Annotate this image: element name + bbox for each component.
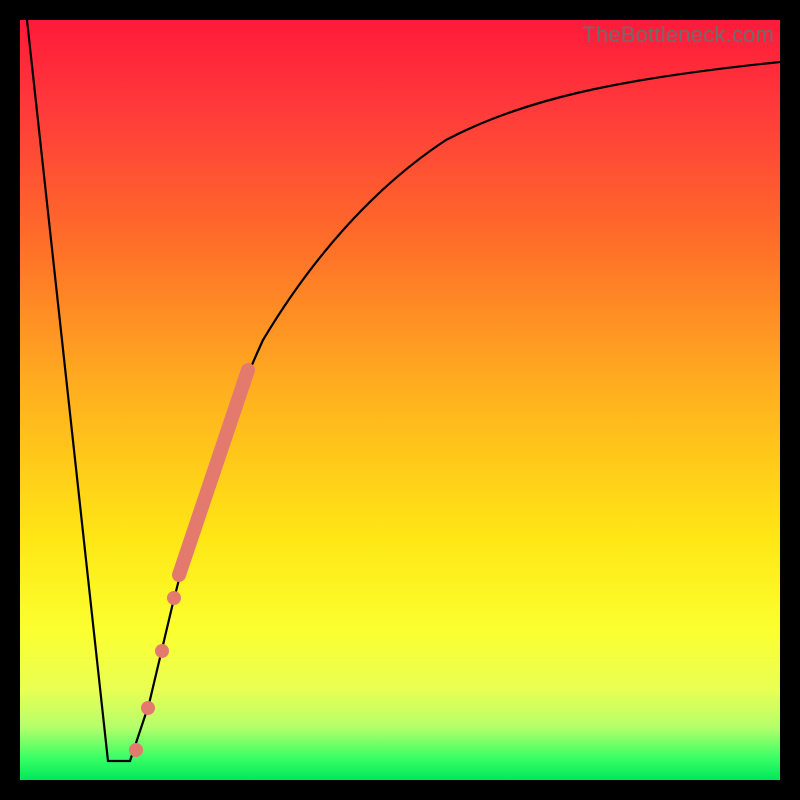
data-point bbox=[129, 743, 143, 757]
chart-frame: TheBottleneck.com bbox=[0, 0, 800, 800]
data-point bbox=[155, 644, 169, 658]
data-point bbox=[141, 701, 155, 715]
highlight-band bbox=[179, 370, 248, 575]
curve-left-descent bbox=[27, 20, 108, 761]
chart-svg bbox=[20, 20, 780, 780]
plot-area: TheBottleneck.com bbox=[20, 20, 780, 780]
data-point bbox=[167, 591, 181, 605]
